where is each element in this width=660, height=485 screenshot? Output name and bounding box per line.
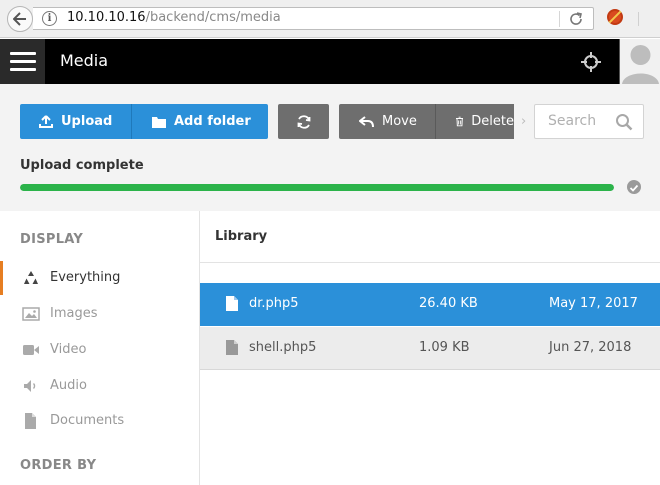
delete-label: Delete xyxy=(471,114,514,129)
reload-icon[interactable] xyxy=(568,11,584,27)
menu-button[interactable] xyxy=(0,39,45,84)
check-circle-icon xyxy=(627,180,641,194)
search-icon[interactable] xyxy=(615,113,633,131)
upload-button[interactable]: Upload xyxy=(20,104,132,139)
sidebar-item-images[interactable]: Images xyxy=(0,297,199,331)
avatar[interactable] xyxy=(619,39,660,84)
video-icon xyxy=(23,345,39,355)
upload-progress-bar xyxy=(20,184,614,191)
order-by-heading: ORDER BY xyxy=(20,458,97,473)
arrow-left-icon xyxy=(13,12,26,26)
media-toolbar: Upload Add folder Move Delete › Search U… xyxy=(0,84,660,211)
check-icon xyxy=(629,184,639,192)
volume-icon xyxy=(24,380,36,392)
sidebar-item-audio[interactable]: Audio xyxy=(0,369,199,403)
display-heading: DISPLAY xyxy=(20,232,84,247)
extension-icon[interactable] xyxy=(607,9,623,25)
menu-bar-icon xyxy=(10,52,36,55)
library-title: Library xyxy=(215,229,268,244)
sidebar-item-label: Images xyxy=(50,306,98,321)
back-button[interactable] xyxy=(7,6,33,32)
file-icon xyxy=(226,296,238,311)
add-folder-label: Add folder xyxy=(174,114,251,129)
sidebar-item-label: Audio xyxy=(50,378,87,393)
document-icon xyxy=(25,413,36,429)
file-row[interactable]: shell.php5 1.09 KB Jun 27, 2018 xyxy=(200,327,660,370)
search-input[interactable]: Search xyxy=(534,104,644,139)
file-icon xyxy=(226,340,238,355)
file-name: dr.php5 xyxy=(249,296,299,311)
sidebar-item-label: Documents xyxy=(50,413,125,428)
upload-icon xyxy=(39,115,53,128)
menu-bar-icon xyxy=(10,68,36,71)
library-panel: Library dr.php5 26.40 KB May 17, 2017 sh… xyxy=(200,211,660,485)
upload-status-text: Upload complete xyxy=(20,158,144,173)
image-icon xyxy=(22,307,40,321)
trash-icon xyxy=(456,116,464,127)
refresh-icon xyxy=(297,114,310,129)
url-path: /backend/cms/media xyxy=(145,10,281,25)
sidebar-item-everything[interactable]: Everything xyxy=(0,261,199,295)
upload-progress-fill xyxy=(20,184,614,191)
user-icon xyxy=(622,45,659,84)
upload-label: Upload xyxy=(61,114,113,129)
filter-sidebar: DISPLAY Everything Images Video Audio Do… xyxy=(0,211,200,485)
chevron-right-icon: › xyxy=(521,114,527,129)
move-label: Move xyxy=(382,114,417,129)
file-size: 1.09 KB xyxy=(419,340,470,355)
sidebar-item-documents[interactable]: Documents xyxy=(0,404,199,438)
search-placeholder: Search xyxy=(548,113,597,129)
sidebar-item-label: Everything xyxy=(50,270,121,285)
browser-toolbar: i 10.10.10.16/backend/cms/media xyxy=(0,0,660,38)
file-date: May 17, 2017 xyxy=(549,296,638,311)
menu-bar-icon xyxy=(10,60,36,63)
file-date: Jun 27, 2018 xyxy=(549,340,632,355)
file-size: 26.40 KB xyxy=(419,296,478,311)
app-header: Media xyxy=(0,39,660,84)
reply-icon xyxy=(359,115,374,127)
toolbar-divider xyxy=(638,12,660,26)
move-button[interactable]: Move xyxy=(339,104,436,139)
delete-button[interactable]: Delete xyxy=(436,104,514,139)
sidebar-item-video[interactable]: Video xyxy=(0,333,199,367)
page-title: Media xyxy=(60,51,109,70)
file-name: shell.php5 xyxy=(249,340,317,355)
url-text: 10.10.10.16/backend/cms/media xyxy=(67,10,281,25)
add-folder-button[interactable]: Add folder xyxy=(132,104,268,139)
address-bar[interactable]: i 10.10.10.16/backend/cms/media xyxy=(33,7,594,30)
crosshair-icon[interactable] xyxy=(580,51,602,73)
refresh-button[interactable] xyxy=(278,104,329,139)
library-divider xyxy=(200,262,660,263)
library-notch xyxy=(214,263,230,270)
sidebar-item-label: Video xyxy=(50,342,87,357)
info-icon[interactable]: i xyxy=(42,11,57,26)
folder-icon xyxy=(152,116,166,128)
file-row[interactable]: dr.php5 26.40 KB May 17, 2017 xyxy=(200,283,660,326)
url-host: 10.10.10.16 xyxy=(67,10,146,25)
url-divider xyxy=(559,11,560,27)
recycle-icon xyxy=(24,271,38,284)
